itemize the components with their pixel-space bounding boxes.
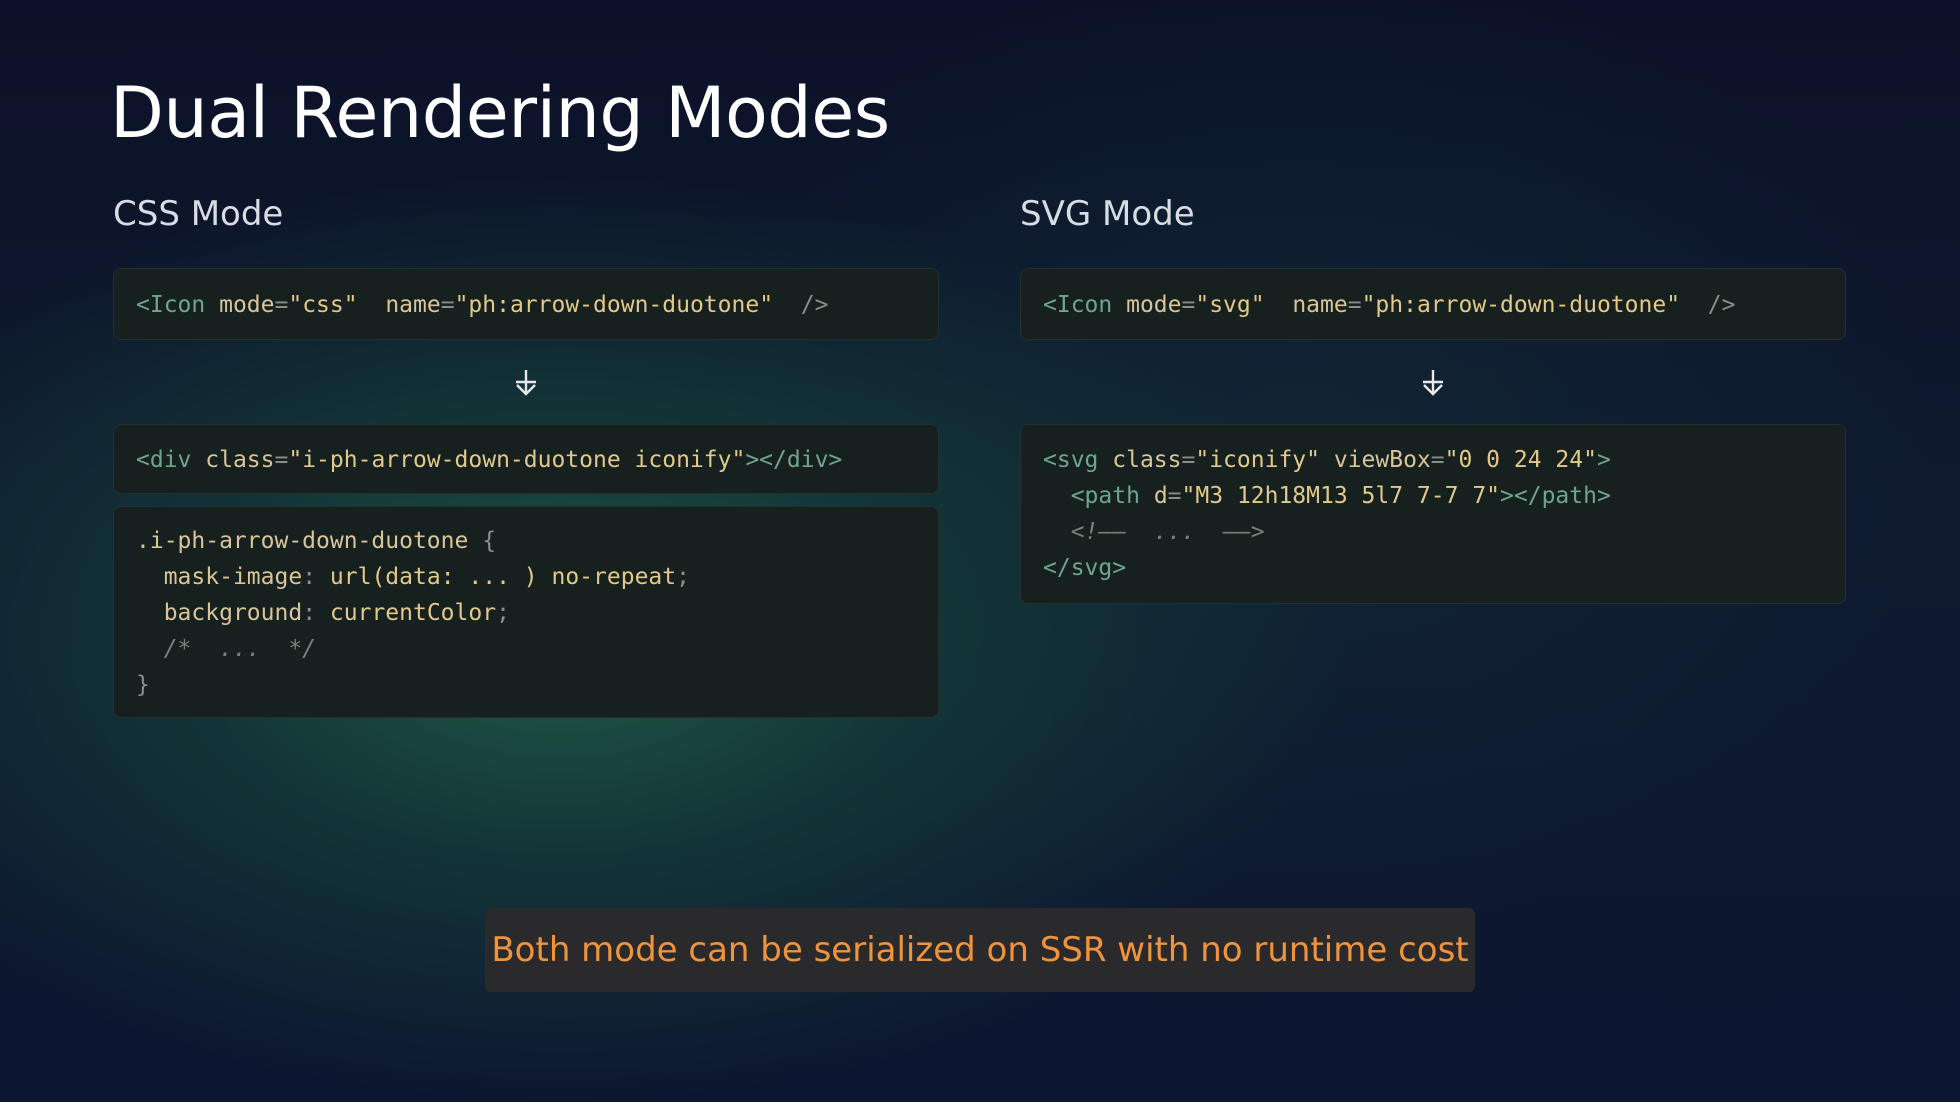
- code-token: =: [1347, 292, 1362, 318]
- css-selector: .i-ph-arrow-down-duotone: [136, 528, 469, 554]
- code-token: viewBox: [1333, 447, 1431, 473]
- code-token: mode: [219, 292, 275, 318]
- svg-mode-heading: SVG Mode: [1020, 194, 1195, 234]
- code-token: "M3 12h18M13 5l7 7-7 7": [1181, 483, 1501, 509]
- code-token: (data: ... ): [371, 564, 538, 590]
- callout-banner: Both mode can be serialized on SSR with …: [485, 908, 1475, 992]
- code-token: d: [1153, 483, 1168, 509]
- code-token: url: [329, 564, 372, 590]
- code-token: no-repeat: [551, 564, 677, 590]
- code-token: />: [800, 292, 829, 318]
- code-token: >: [1596, 447, 1611, 473]
- code-token: ></path>: [1500, 483, 1611, 509]
- code-token: ></div>: [745, 447, 843, 473]
- code-token: "0 0 24 24": [1444, 447, 1597, 473]
- callout-text: Both mode can be serialized on SSR with …: [491, 930, 1469, 970]
- code-token: "i-ph-arrow-down-duotone iconify": [288, 447, 746, 473]
- code-token: =: [440, 292, 455, 318]
- code-token: <svg: [1043, 447, 1099, 473]
- css-mode-heading: CSS Mode: [113, 194, 284, 234]
- code-token: class: [1112, 447, 1182, 473]
- arrow-down-icon: [516, 370, 536, 396]
- css-comment: /* ... */: [163, 636, 317, 662]
- arrow-down-icon: [1423, 370, 1443, 396]
- svg-comment: <!—— ... ——>: [1070, 519, 1265, 545]
- code-token: mode: [1126, 292, 1182, 318]
- code-token: =: [274, 447, 289, 473]
- svg-output-code: <svg class="iconify" viewBox="0 0 24 24"…: [1020, 424, 1846, 604]
- code-token: name: [1292, 292, 1348, 318]
- svg-input-code: <Icon mode="svg" name="ph:arrow-down-duo…: [1020, 268, 1846, 340]
- code-token: }: [136, 672, 150, 698]
- code-token: "iconify": [1195, 447, 1320, 473]
- code-token: <path: [1070, 483, 1140, 509]
- code-token: <Icon: [1043, 292, 1113, 318]
- css-output-div: <div class="i-ph-arrow-down-duotone icon…: [113, 424, 939, 494]
- code-token: "ph:arrow-down-duotone": [454, 292, 774, 318]
- code-token: name: [385, 292, 441, 318]
- code-token: class: [205, 447, 275, 473]
- code-token: />: [1707, 292, 1736, 318]
- code-token: <div: [136, 447, 192, 473]
- page-title: Dual Rendering Modes: [110, 72, 890, 154]
- code-token: currentColor: [329, 600, 497, 626]
- code-token: {: [482, 528, 497, 554]
- css-input-code: <Icon mode="css" name="ph:arrow-down-duo…: [113, 268, 939, 340]
- code-token: =: [274, 292, 289, 318]
- css-property: background: [163, 600, 303, 626]
- code-token: =: [1181, 292, 1196, 318]
- css-output-rule: .i-ph-arrow-down-duotone { mask-image: u…: [113, 506, 939, 718]
- code-token: </svg>: [1043, 555, 1127, 581]
- code-token: <Icon: [136, 292, 206, 318]
- css-property: mask-image: [163, 564, 303, 590]
- code-token: "ph:arrow-down-duotone": [1361, 292, 1681, 318]
- code-token: "css": [288, 292, 358, 318]
- code-token: "svg": [1195, 292, 1265, 318]
